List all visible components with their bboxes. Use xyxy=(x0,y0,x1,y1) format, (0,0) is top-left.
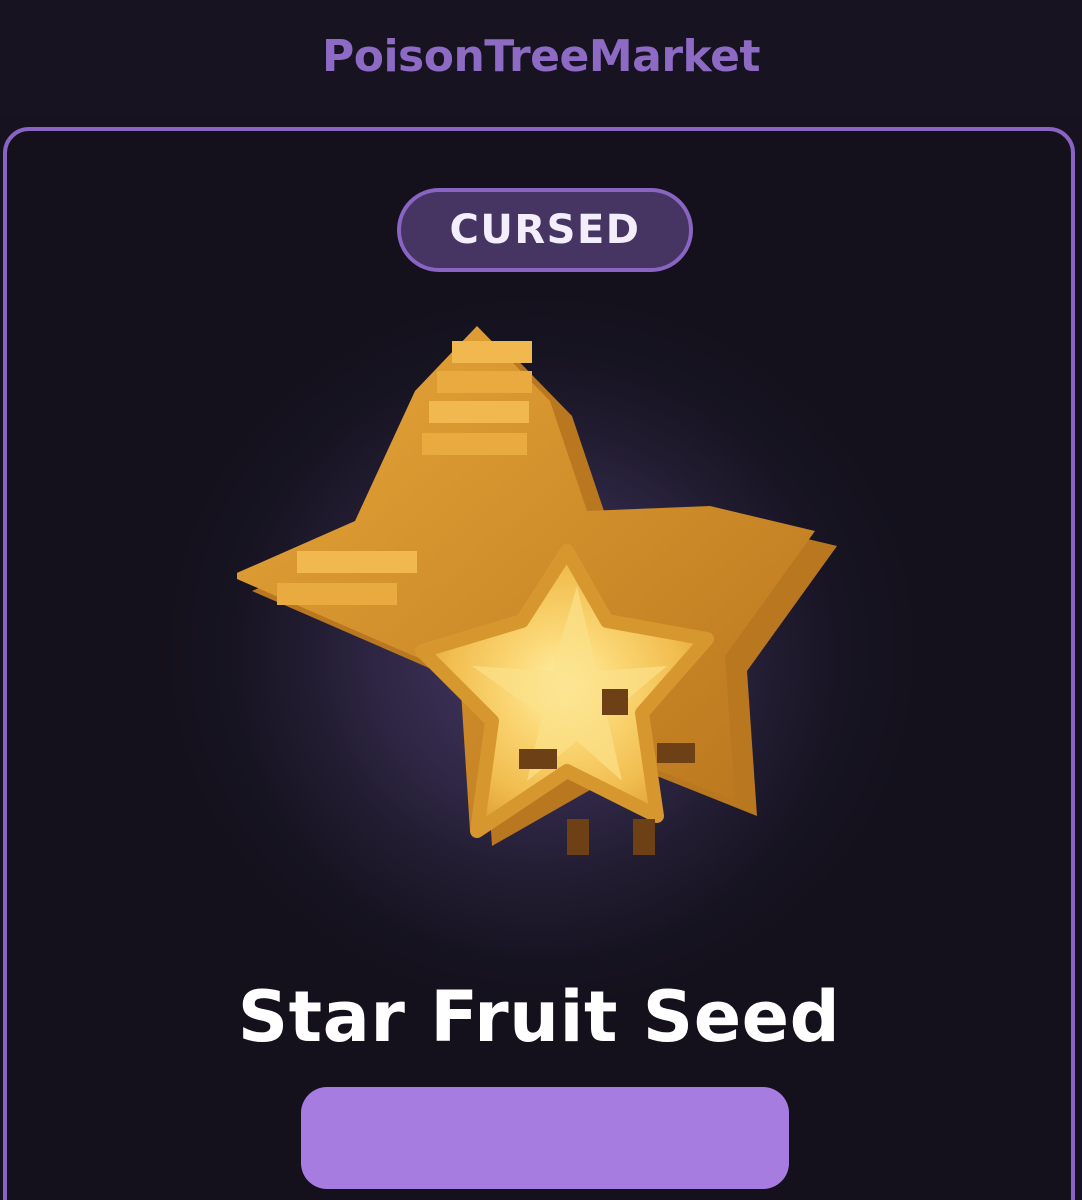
rarity-badge-label: CURSED xyxy=(449,207,641,253)
star-fruit-seed-icon xyxy=(237,326,837,961)
app-header: PoisonTreeMarket xyxy=(0,0,1082,118)
brand-title: PoisonTreeMarket xyxy=(322,30,761,82)
item-name: Star Fruit Seed xyxy=(237,976,841,1058)
buy-button[interactable] xyxy=(301,1087,789,1189)
rarity-badge: CURSED xyxy=(397,188,693,272)
item-card: CURSED Star Fruit Seed xyxy=(3,127,1075,1200)
